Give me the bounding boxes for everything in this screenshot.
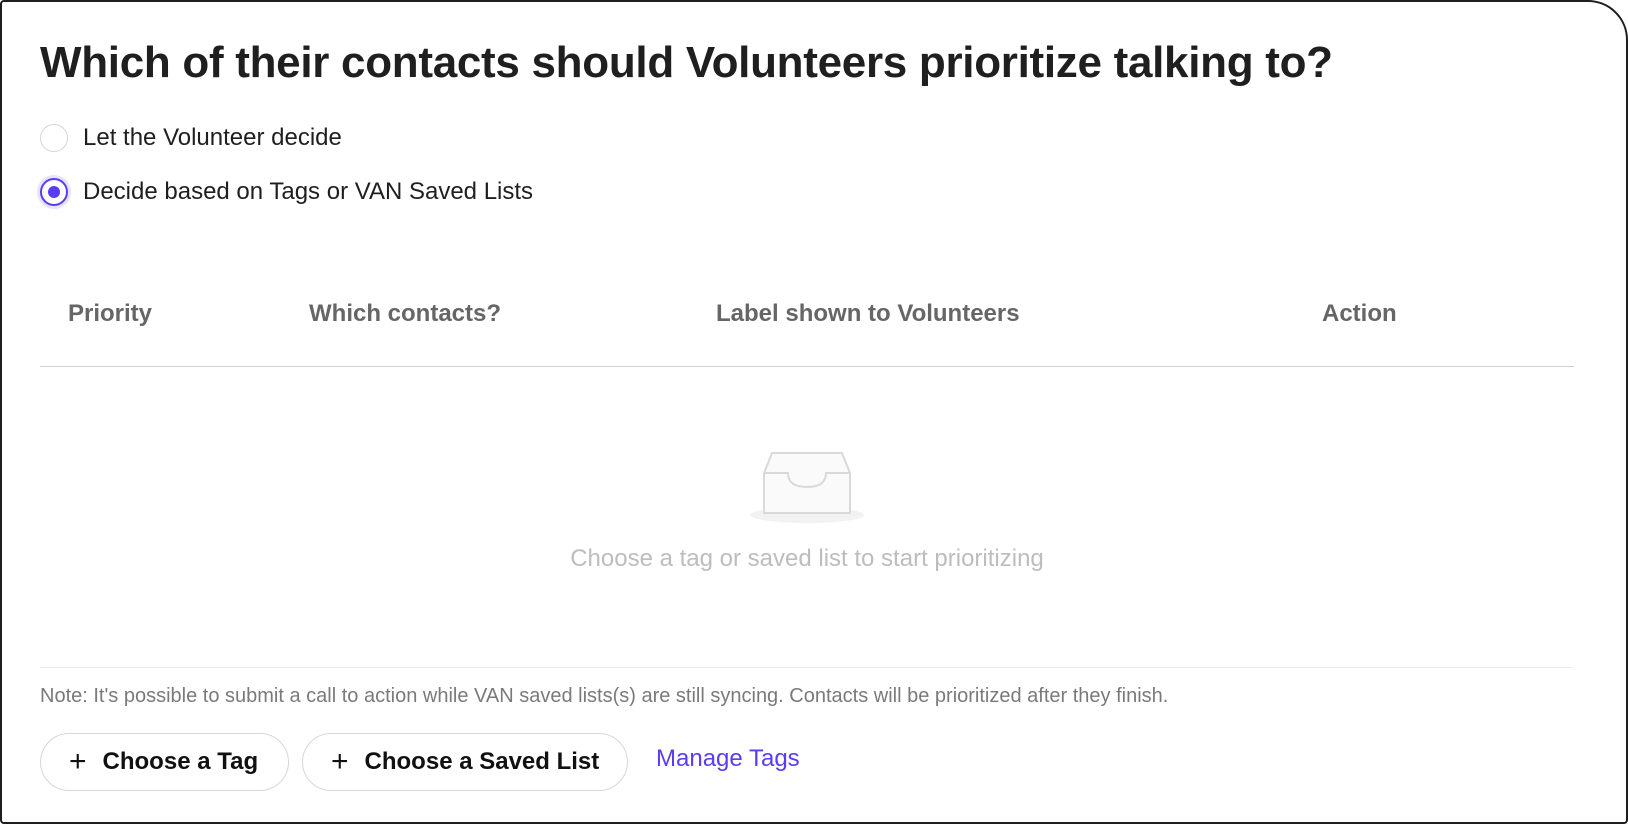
plus-icon: +: [331, 745, 349, 778]
choose-tag-button[interactable]: + Choose a Tag: [40, 733, 289, 791]
column-header-which-contacts: Which contacts?: [309, 300, 502, 327]
radio-button-selected[interactable]: [40, 178, 68, 206]
radio-label: Decide based on Tags or VAN Saved Lists: [83, 178, 534, 205]
plus-icon: +: [69, 745, 87, 778]
table-header: Priority Which contacts? Label shown to …: [40, 284, 1574, 367]
button-label: Choose a Tag: [102, 748, 259, 775]
page-title: Which of their contacts should Volunteer…: [40, 38, 1333, 87]
radio-button[interactable]: [40, 124, 68, 152]
radio-decide-by-tags[interactable]: Decide based on Tags or VAN Saved Lists: [40, 178, 533, 206]
sync-note: Note: It's possible to submit a call to …: [40, 685, 1169, 707]
column-header-action: Action: [1322, 300, 1397, 327]
divider: [40, 667, 1574, 668]
button-label: Choose a Saved List: [364, 748, 600, 775]
column-header-priority: Priority: [68, 300, 153, 327]
manage-tags-link[interactable]: Manage Tags: [656, 745, 800, 773]
radio-label: Let the Volunteer decide: [83, 124, 342, 151]
inbox-icon: [748, 451, 866, 530]
choose-saved-list-button[interactable]: + Choose a Saved List: [302, 733, 628, 791]
empty-state-text: Choose a tag or saved list to start prio…: [570, 545, 1044, 572]
radio-let-volunteer-decide[interactable]: Let the Volunteer decide: [40, 124, 342, 152]
column-header-label: Label shown to Volunteers: [716, 300, 1020, 327]
priority-settings-panel: Which of their contacts should Volunteer…: [0, 0, 1628, 824]
